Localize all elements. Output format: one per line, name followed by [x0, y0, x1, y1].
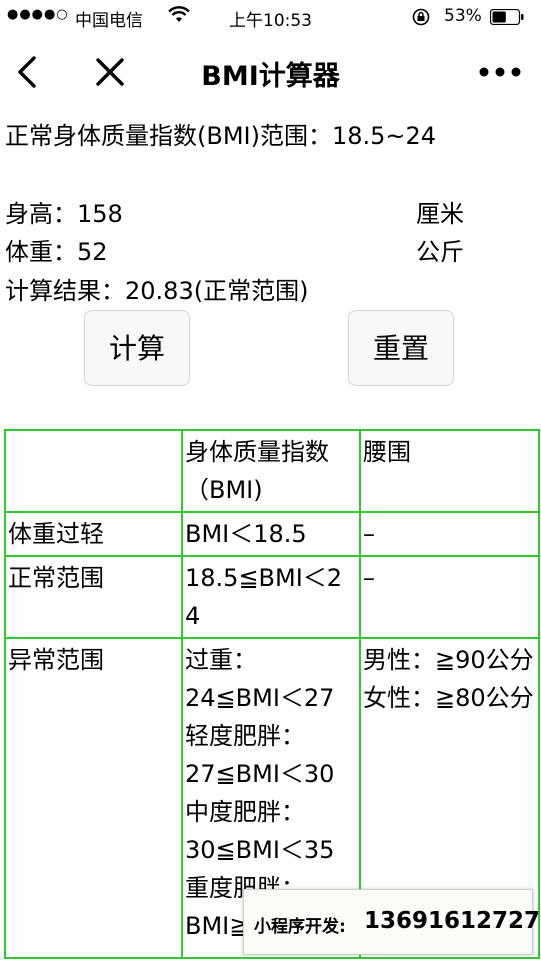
reset-button[interactable]: 重置 — [348, 310, 454, 386]
bmi-reference-table: 身体质量指数（BMI) 腰围 体重过轻 BMI＜18.5 – 正常范围 18.5… — [4, 429, 540, 959]
row-label-cell: 异常范围 — [4, 637, 183, 959]
table-header-cell — [4, 429, 183, 513]
waist-line: 男性：≧90公分 — [363, 646, 534, 674]
height-row: 身高：158 — [5, 194, 123, 229]
bmi-line: 24≦BMI＜27 — [185, 684, 335, 712]
table-header-cell: 腰围 — [359, 429, 540, 513]
status-bar: ●●●●○ 中国电信 上午10:53 53% — [0, 0, 541, 36]
waist-line: – — [363, 520, 375, 548]
normal-range-text: 正常身体质量指数(BMI)范围：18.5~24 — [5, 122, 437, 150]
developer-contact-badge[interactable]: 小程序开发: 13691612727 — [243, 889, 540, 955]
result-row: 计算结果：20.83(正常范围) — [5, 271, 308, 306]
weight-row: 体重：52 — [5, 232, 108, 267]
height-unit: 厘米 — [416, 200, 464, 228]
waist-cell: – — [359, 555, 540, 639]
weight-value[interactable]: 52 — [77, 238, 108, 266]
page-title: BMI计算器 — [201, 61, 340, 92]
table-row: 体重过轻 BMI＜18.5 – — [4, 511, 540, 557]
screen: ●●●●○ 中国电信 上午10:53 53% BMI计算器 正常身体质量指数(B… — [0, 0, 541, 960]
bmi-line: 30≦BMI＜35 — [185, 836, 335, 864]
more-dots-icon[interactable] — [478, 60, 522, 84]
height-value[interactable]: 158 — [77, 200, 123, 228]
battery-icon — [490, 9, 524, 25]
rotation-lock-icon — [412, 8, 430, 26]
waist-cell: – — [359, 511, 540, 557]
waist-line: – — [363, 564, 375, 592]
bmi-cell: BMI＜18.5 — [181, 511, 361, 557]
weight-unit: 公斤 — [416, 238, 464, 266]
bmi-line: BMI＜18.5 — [185, 520, 307, 548]
waist-line: 女性：≧80公分 — [363, 684, 534, 712]
table-row: 正常范围 18.5≦BMI＜24 – — [4, 555, 540, 639]
badge-phone: 13691612727 — [364, 908, 541, 934]
height-label: 身高： — [5, 200, 77, 228]
weight-label: 体重： — [5, 238, 77, 266]
row-label-cell: 正常范围 — [4, 555, 183, 639]
bmi-line: 27≦BMI＜30 — [185, 760, 335, 788]
badge-label: 小程序开发: — [254, 917, 346, 937]
bmi-cell: 18.5≦BMI＜24 — [181, 555, 361, 639]
navigation-bar: BMI计算器 — [0, 36, 541, 108]
calculate-button[interactable]: 计算 — [84, 310, 190, 386]
bmi-line: 过重： — [185, 646, 257, 674]
bmi-line: 18.5≦BMI＜24 — [185, 564, 343, 630]
result-label: 计算结果： — [5, 277, 125, 305]
table-header-row: 身体质量指数（BMI) 腰围 — [4, 429, 540, 513]
bmi-line: 轻度肥胖： — [185, 722, 305, 750]
row-label-cell: 体重过轻 — [4, 511, 183, 557]
battery-percent: 53% — [444, 6, 482, 26]
bmi-line: 中度肥胖： — [185, 798, 305, 826]
result-value: 20.83(正常范围) — [125, 277, 309, 305]
table-header-cell: 身体质量指数（BMI) — [181, 429, 361, 513]
